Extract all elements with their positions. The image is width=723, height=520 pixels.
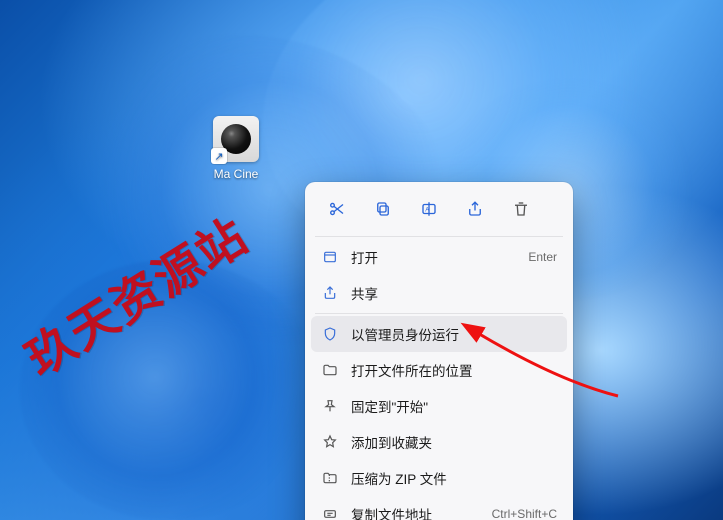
context-menu: A 打开 Enter <box>305 182 573 520</box>
scissors-icon <box>328 200 346 221</box>
shortcut-icon-tile: ↗ <box>213 116 259 162</box>
menu-item-copy-as-path[interactable]: 复制文件地址 Ctrl+Shift+C <box>311 496 567 520</box>
menu-item-open-file-location[interactable]: 打开文件所在的位置 <box>311 352 567 388</box>
menu-item-label: 添加到收藏夹 <box>351 432 557 452</box>
folder-icon <box>321 361 339 379</box>
share-icon <box>321 284 339 302</box>
shortcut-label: Ma Cine <box>214 167 259 182</box>
delete-button[interactable] <box>503 194 539 226</box>
menu-item-label: 打开文件所在的位置 <box>351 360 557 380</box>
share-button[interactable] <box>457 194 493 226</box>
shield-icon <box>321 325 339 343</box>
menu-item-label: 共享 <box>351 283 557 303</box>
menu-item-open[interactable]: 打开 Enter <box>311 239 567 275</box>
rename-icon: A <box>420 200 438 221</box>
menu-item-compress-zip[interactable]: 压缩为 ZIP 文件 <box>311 460 567 496</box>
menu-item-label: 复制文件地址 <box>351 504 480 520</box>
share-icon <box>466 200 484 221</box>
menu-item-label: 固定到"开始" <box>351 396 557 416</box>
pin-icon <box>321 397 339 415</box>
zip-icon <box>321 469 339 487</box>
rename-button[interactable]: A <box>411 194 447 226</box>
menu-item-add-to-favorites[interactable]: 添加到收藏夹 <box>311 424 567 460</box>
context-menu-action-row: A <box>311 188 567 234</box>
cut-button[interactable] <box>319 194 355 226</box>
svg-text:A: A <box>425 207 429 213</box>
desktop-wallpaper: 玖天资源站 ↗ Ma Cine A <box>0 0 723 520</box>
menu-item-run-as-admin[interactable]: 以管理员身份运行 <box>311 316 567 352</box>
menu-separator <box>315 236 563 237</box>
menu-separator <box>315 313 563 314</box>
copy-button[interactable] <box>365 194 401 226</box>
copy-icon <box>374 200 392 221</box>
menu-item-label: 打开 <box>351 247 516 267</box>
menu-item-pin-to-start[interactable]: 固定到"开始" <box>311 388 567 424</box>
menu-item-label: 压缩为 ZIP 文件 <box>351 468 557 488</box>
menu-item-shortcut: Enter <box>528 250 557 264</box>
shortcut-overlay-icon: ↗ <box>211 148 227 164</box>
trash-icon <box>512 200 530 221</box>
menu-item-shortcut: Ctrl+Shift+C <box>492 507 557 520</box>
window-icon <box>321 248 339 266</box>
menu-item-label: 以管理员身份运行 <box>351 324 557 344</box>
desktop-shortcut-cinema4d[interactable]: ↗ Ma Cine <box>198 116 274 182</box>
copy-path-icon <box>321 505 339 520</box>
menu-item-share[interactable]: 共享 <box>311 275 567 311</box>
star-icon <box>321 433 339 451</box>
